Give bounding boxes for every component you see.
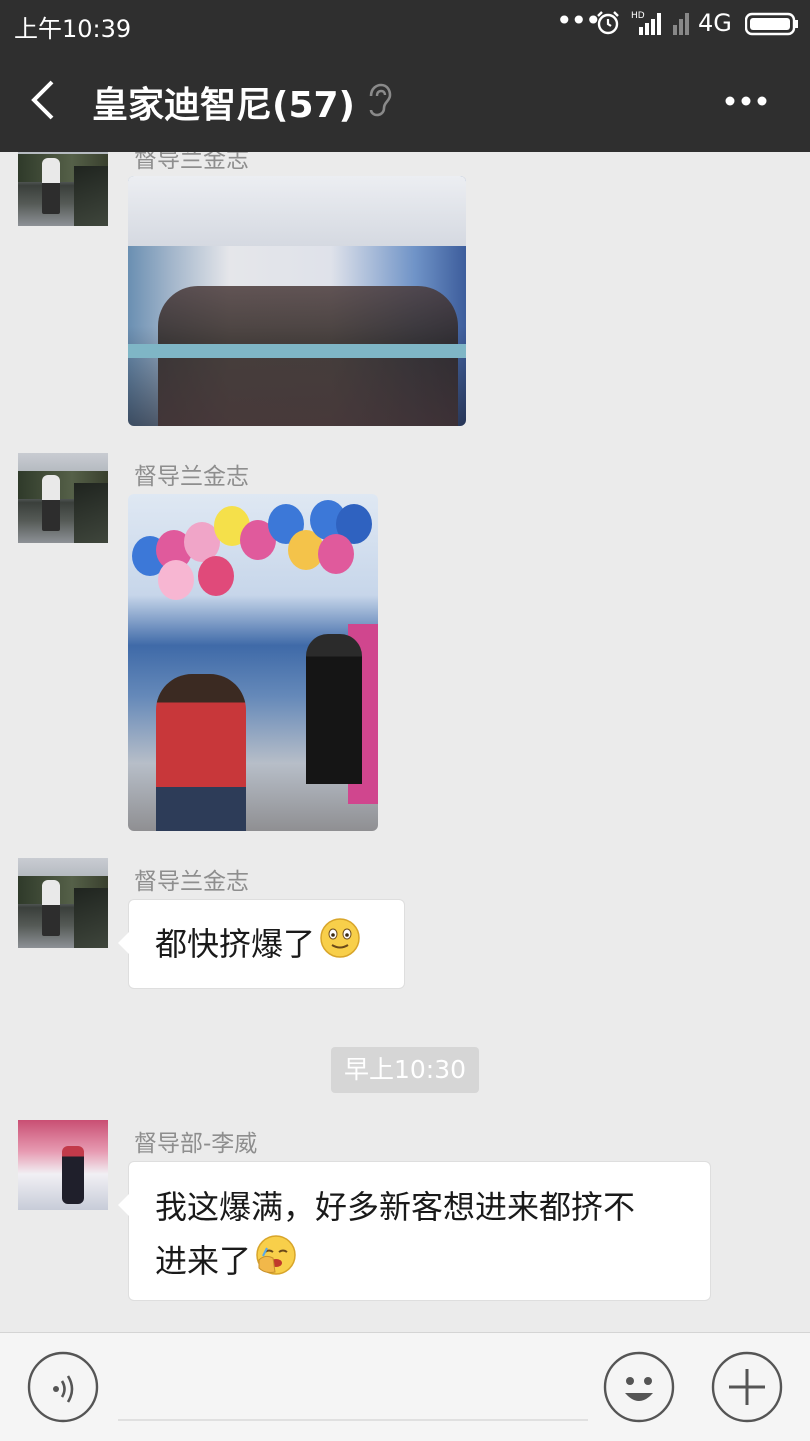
voice-icon[interactable] xyxy=(27,1351,99,1423)
alarm-clock-icon xyxy=(595,10,621,40)
status-time: 上午10:39 xyxy=(14,15,132,43)
sender-name: 督导部-李威 xyxy=(134,1131,258,1157)
sender-avatar[interactable] xyxy=(18,152,108,226)
sender-avatar[interactable] xyxy=(18,1120,108,1210)
timestamp-label: 早上10:30 xyxy=(331,1047,479,1093)
sender-name: 督导兰金志 xyxy=(134,152,249,173)
balloon-store-photo[interactable] xyxy=(128,494,378,831)
message-text: 都快挤爆了 xyxy=(155,925,316,963)
plus-icon[interactable] xyxy=(711,1351,783,1423)
battery-icon xyxy=(744,12,799,40)
message-bubble[interactable]: 都快挤爆了 xyxy=(118,899,405,989)
chat-message-list[interactable]: 督导兰金志 督导兰金志 督导兰金志 都快挤爆了 早上10:30 督导部-李威 我… xyxy=(0,152,810,1332)
input-bar xyxy=(0,1332,810,1441)
message-text-line: 进来了 xyxy=(155,1242,252,1280)
hd-signal-icon: HD xyxy=(631,9,663,41)
status-bar: 上午10:39 ••• HD 4G xyxy=(0,0,810,48)
emoji-icon[interactable] xyxy=(603,1351,675,1423)
sender-avatar[interactable] xyxy=(18,453,108,543)
smile-emoji xyxy=(319,917,361,975)
sender-name: 督导兰金志 xyxy=(134,869,249,895)
message-bubble[interactable]: 我这爆满，好多新客想进来都挤不 进来了 xyxy=(118,1161,711,1301)
notification-dots-icon: ••• xyxy=(556,4,602,37)
facepalm-emoji xyxy=(255,1234,297,1292)
message-text-line: 我这爆满，好多新客想进来都挤不 xyxy=(155,1188,636,1226)
chevron-left-icon[interactable] xyxy=(26,78,62,126)
more-icon[interactable] xyxy=(724,92,768,111)
store-crowd-photo[interactable] xyxy=(128,176,466,426)
chat-title: 皇家迪智尼(57) xyxy=(92,85,356,126)
sender-avatar[interactable] xyxy=(18,858,108,948)
signal-bars-icon xyxy=(673,11,693,39)
hd-label: HD xyxy=(631,11,645,21)
ear-icon xyxy=(366,82,392,122)
message-input[interactable] xyxy=(118,1419,588,1421)
chat-header: 皇家迪智尼(57) xyxy=(0,48,810,152)
sender-name: 督导兰金志 xyxy=(134,464,249,490)
network-type: 4G xyxy=(698,9,732,37)
